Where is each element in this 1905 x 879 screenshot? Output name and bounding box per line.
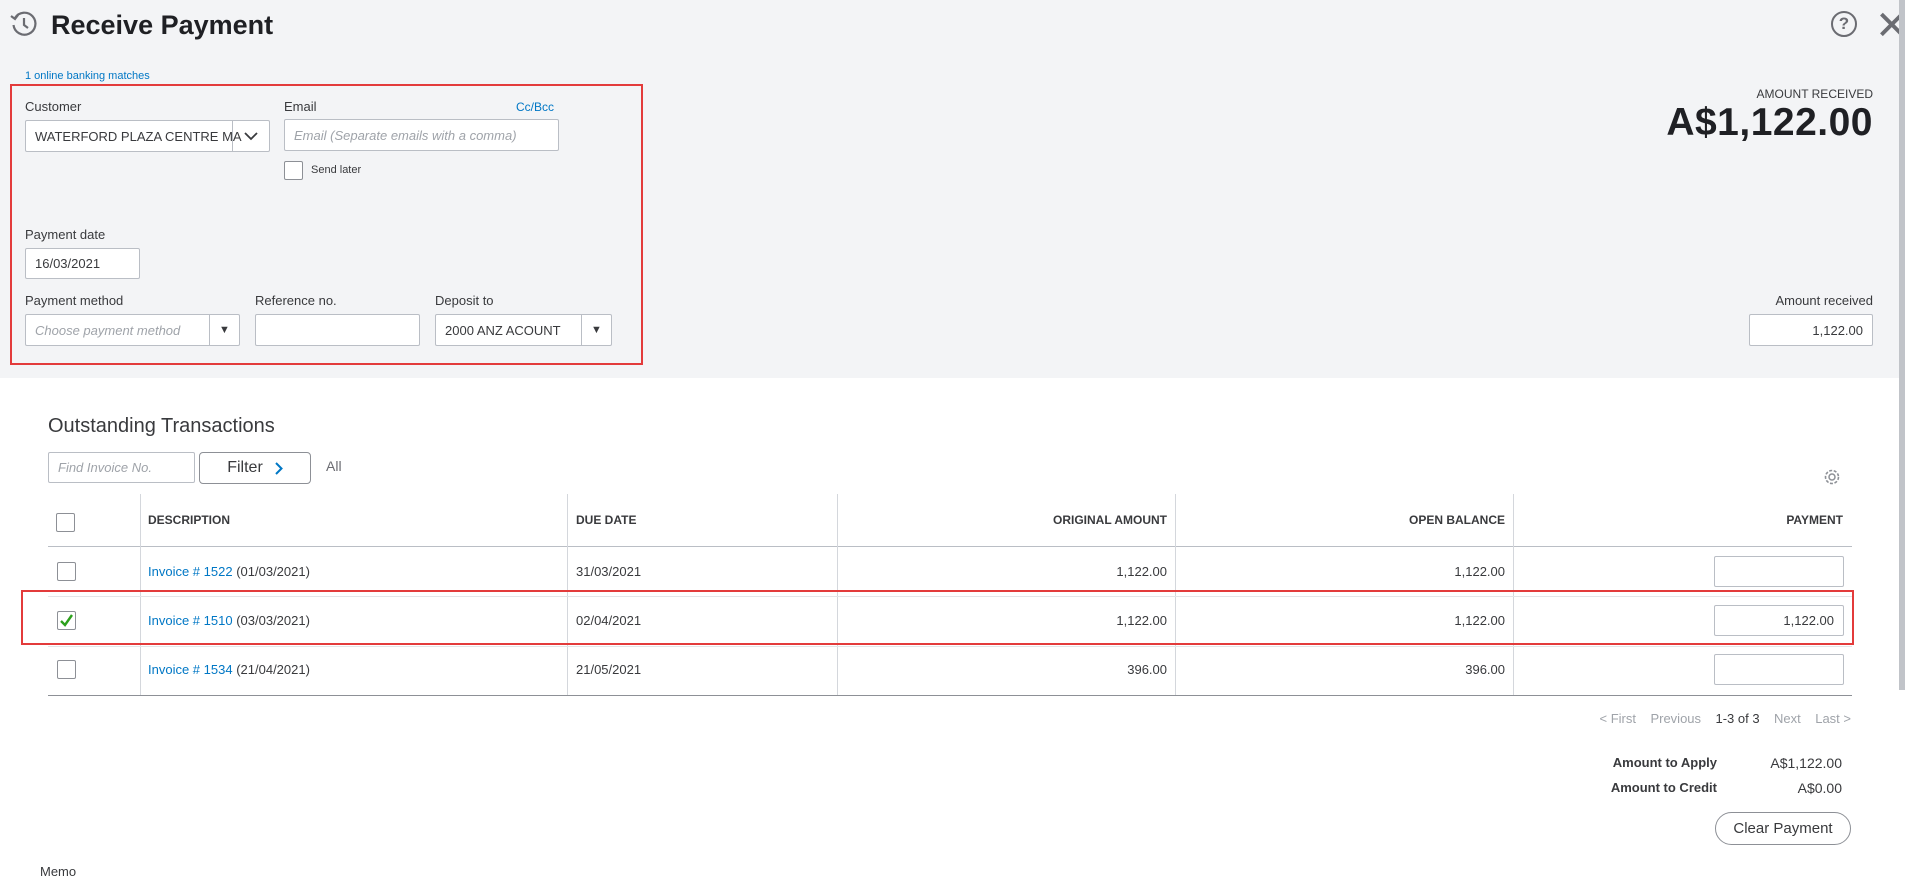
invoice-description: Invoice # 1522 (01/03/2021) [148,564,310,579]
payment-method-placeholder: Choose payment method [35,322,181,338]
pagination-next[interactable]: Next [1774,711,1801,726]
vertical-scrollbar[interactable] [1899,0,1905,690]
row-highlight-box [21,590,1854,645]
email-field[interactable]: Email (Separate emails with a comma) [284,119,559,151]
amount-received-label: Amount received [1775,293,1873,308]
amount-to-apply-label: Amount to Apply [1612,755,1717,770]
online-banking-matches-link[interactable]: 1 online banking matches [25,70,150,82]
pagination-previous[interactable]: Previous [1650,711,1701,726]
amount-received-heading: AMOUNT RECEIVED [1756,87,1873,101]
filter-button[interactable]: Filter [199,452,311,484]
select-all-checkbox[interactable] [56,513,75,532]
filter-all-label: All [326,458,342,474]
customer-value: WATERFORD PLAZA CENTRE MA [35,128,242,144]
open-balance: 396.00 [1465,662,1505,677]
outstanding-transactions-title: Outstanding Transactions [48,415,275,437]
deposit-value: 2000 ANZ ACOUNT [445,322,561,338]
column-header-payment: PAYMENT [1786,513,1843,527]
amount-received-total: A$1,122.00 [1666,101,1873,144]
column-header-description: DESCRIPTION [148,513,231,527]
reference-label: Reference no. [255,293,337,308]
due-date: 31/03/2021 [576,564,642,579]
deposit-label: Deposit to [435,293,494,308]
column-header-original-amount: ORIGINAL AMOUNT [1053,513,1167,527]
customer-label: Customer [25,99,82,114]
dropdown-arrow-icon[interactable]: ▼ [209,315,239,345]
chevron-down-icon[interactable] [232,121,269,151]
page-title: Receive Payment [51,10,274,40]
original-amount: 1,122.00 [1116,564,1167,579]
filter-label: Filter [227,459,263,476]
payment-input[interactable] [1714,654,1844,685]
amount-received-value: 1,122.00 [1812,322,1863,338]
payment-method-label: Payment method [25,293,124,308]
table-row: Invoice # 1534 (21/04/2021) 21/05/2021 3… [48,647,1852,695]
invoice-link[interactable]: Invoice # 1534 [148,662,233,677]
payment-date-label: Payment date [25,227,106,242]
help-circle-icon[interactable]: ? [1831,11,1857,37]
table-bottom-border [48,695,1852,696]
cc-bcc-link[interactable]: Cc/Bcc [516,100,554,114]
pagination: < First Previous 1-3 of 3 Next Last > [1600,711,1851,726]
find-invoice-input[interactable]: Find Invoice No. [48,452,195,483]
find-invoice-placeholder: Find Invoice No. [58,460,152,475]
amount-received-field[interactable]: 1,122.00 [1749,314,1873,346]
amount-to-apply-value: A$1,122.00 [1770,755,1842,771]
due-date: 21/05/2021 [576,662,642,677]
clear-payment-button[interactable]: Clear Payment [1715,812,1851,845]
row-checkbox[interactable] [57,562,76,581]
dropdown-arrow-icon[interactable]: ▼ [581,315,611,345]
invoice-link[interactable]: Invoice # 1522 [148,564,233,579]
pagination-first[interactable]: < First [1600,711,1636,726]
customer-select[interactable]: WATERFORD PLAZA CENTRE MA [25,120,270,152]
reference-field[interactable] [255,314,420,346]
table-row: Invoice # 1522 (01/03/2021) 31/03/2021 1… [48,547,1852,596]
send-later-label: Send later [311,164,362,176]
email-placeholder: Email (Separate emails with a comma) [294,127,517,143]
payment-date-field[interactable]: 16/03/2021 [25,248,140,279]
send-later-checkbox[interactable] [284,161,303,180]
chevron-right-icon [275,461,283,475]
email-label: Email [284,99,317,114]
pagination-last[interactable]: Last > [1815,711,1851,726]
deposit-to-select[interactable]: 2000 ANZ ACOUNT ▼ [435,314,612,346]
amount-to-credit-label: Amount to Credit [1610,780,1717,795]
history-clock-icon[interactable] [9,9,39,39]
invoice-description: Invoice # 1534 (21/04/2021) [148,662,310,677]
column-header-due-date: DUE DATE [576,513,637,527]
invoice-date: (21/04/2021) [236,662,310,677]
original-amount: 396.00 [1127,662,1167,677]
gear-icon[interactable] [1822,467,1842,487]
payment-method-select[interactable]: Choose payment method ▼ [25,314,240,346]
pagination-range: 1-3 of 3 [1715,711,1760,726]
open-balance: 1,122.00 [1454,564,1505,579]
payment-input[interactable] [1714,556,1844,587]
row-checkbox[interactable] [57,660,76,679]
invoice-date: (01/03/2021) [236,564,310,579]
column-header-open-balance: OPEN BALANCE [1408,513,1505,527]
amount-to-credit-value: A$0.00 [1797,780,1842,796]
payment-date-value: 16/03/2021 [35,256,101,271]
